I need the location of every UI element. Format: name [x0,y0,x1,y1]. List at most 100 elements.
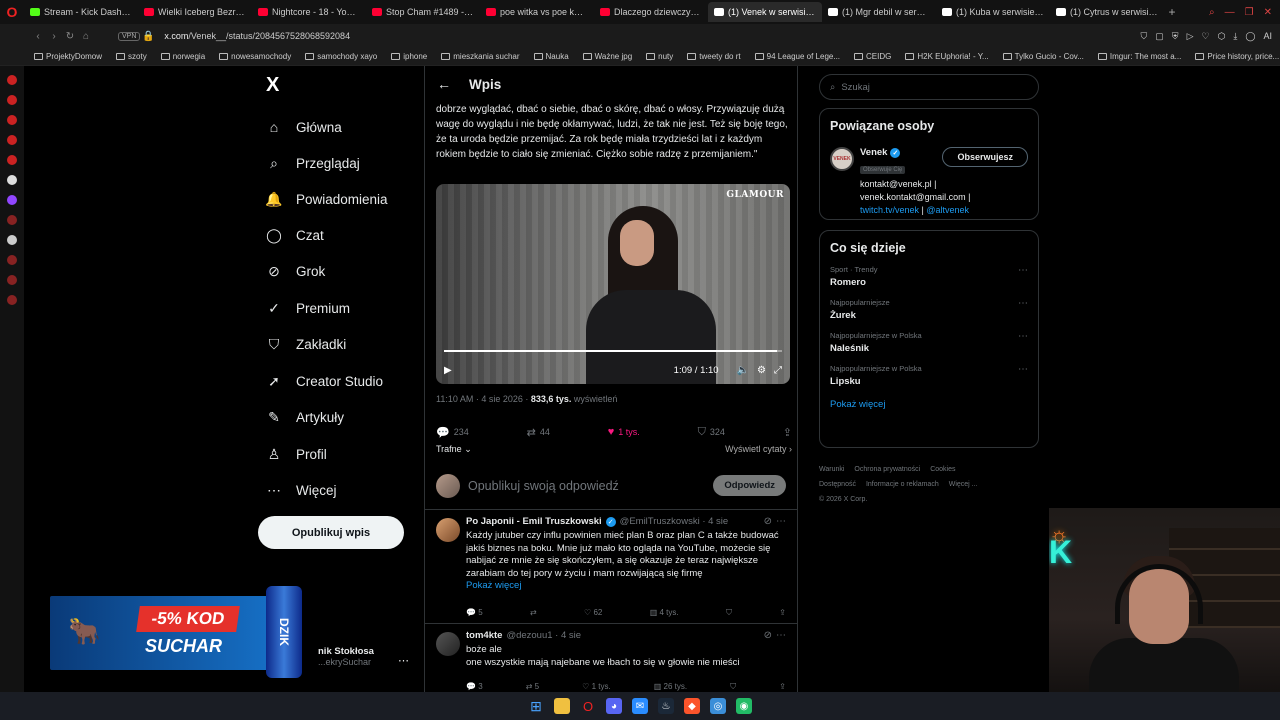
footer-link[interactable]: Ochrona prywatności [854,466,920,473]
bookmark-item[interactable]: ProjektyDomow [34,52,102,61]
repost-count[interactable]: ⇄ 44 [527,424,550,440]
grok-icon[interactable]: ⊘ [764,630,772,641]
reply-bookmark-icon[interactable]: ⛉ [730,682,736,692]
sidebar-twitch-icon[interactable] [7,195,17,205]
account-more-icon[interactable]: ⋯ [398,654,409,667]
reply-author-name[interactable]: Po Japonii - Emil Truszkowski [466,516,602,527]
sidebar-settings-icon[interactable] [7,295,17,305]
file-explorer-icon[interactable] [554,698,570,714]
profile-browser-icon[interactable]: ◯ [1245,31,1255,42]
forward-icon[interactable]: › [46,31,62,42]
reply-views[interactable]: ▥ 4 tys. [650,608,679,618]
reply-views[interactable]: ▥ 26 tys. [654,682,687,692]
avatar[interactable] [436,632,460,656]
reply-like-button[interactable]: ♡ 62 [584,608,602,618]
opera-logo-icon[interactable]: O [0,0,24,24]
nav-item-grok[interactable]: ⊘ Grok [266,260,325,282]
bio-link-alt[interactable]: @altvenek [926,205,969,215]
bookmark-item[interactable]: mieszkania suchar [441,52,520,61]
show-more-link[interactable]: Pokaż więcej [466,580,521,591]
footer-link[interactable]: Cookies [930,466,955,473]
following-button[interactable]: Obserwujesz [942,147,1028,167]
browser-tab[interactable]: (1) Venek w serwisie X: „N [708,2,822,22]
url-field[interactable]: x.com/Venek__/status/2084567528068592084 [164,31,350,41]
bookmark-item[interactable]: Nauka [533,52,569,61]
minimize-icon[interactable]: — [1225,7,1235,18]
reply-count[interactable]: 💬 234 [436,424,469,440]
sort-dropdown[interactable]: Trafne ⌄ [436,444,472,455]
browser-tab[interactable]: Wielki Iceberg Bezrobo [138,2,252,22]
nav-item-premium[interactable]: ✓ Premium [266,297,350,319]
show-more-trends-link[interactable]: Pokaż więcej [830,399,1028,410]
vpn-badge[interactable]: VPN [118,31,141,41]
lock-icon[interactable]: 🔒 [140,31,156,42]
reply-share-icon[interactable]: ⇪ [779,682,786,692]
footer-link[interactable]: Informacje o reklamach [866,481,939,488]
browser-tab[interactable]: (1) Kuba w serwisie X: „h [936,2,1050,22]
sidebar-messenger-icon[interactable] [7,75,17,85]
footer-link[interactable]: Więcej ... [949,481,978,488]
trend-item[interactable]: Sport · Trendy Romero ⋯ [830,265,1028,288]
bookmark-page-icon[interactable]: ⛉ [1141,31,1148,42]
discord-icon[interactable]: ◕ [606,698,622,714]
bio-link-twitch[interactable]: twitch.tv/venek [860,205,919,215]
like-count[interactable]: ♥ 1 tys. [608,424,640,440]
reply-item[interactable]: Po Japonii - Emil Truszkowski ✓ @EmilTru… [425,510,797,624]
nav-item-bookmark[interactable]: ⛉ Zakładki [266,333,347,355]
related-name[interactable]: Venek [860,147,887,158]
bookmark-item[interactable]: CEIDG [854,52,891,61]
messenger-icon[interactable]: ✉ [632,698,648,714]
reply-repost-button[interactable]: ⇄ 5 [526,682,539,692]
sidebar-whatsapp-icon[interactable] [7,95,17,105]
bookmark-item[interactable]: 94 League of Lege... [754,52,840,61]
reply-button[interactable]: Odpowiedz [713,475,786,496]
browser-tab[interactable]: Nightcore - 18 - YouTube [252,2,366,22]
nav-item-search[interactable]: ⌕ Przeglądaj [266,152,360,174]
video-progress-bar[interactable] [444,350,782,352]
bookmark-item[interactable]: szoty [116,52,147,61]
trend-item[interactable]: Najpopularniejsze w Polska Lipsku ⋯ [830,364,1028,387]
nav-item-profile[interactable]: ♙ Profil [266,443,327,465]
footer-link[interactable]: Dostępność [819,481,856,488]
x-logo-icon[interactable]: X [266,74,279,97]
avatar[interactable]: VENEK [830,147,854,171]
sidebar-vk-icon[interactable] [7,155,17,165]
bookmark-item[interactable]: Ważne jpg [582,52,632,61]
more-options-icon[interactable]: ⋯ [1018,265,1028,276]
sidebar-percent-icon[interactable] [7,215,17,225]
view-quotes-link[interactable]: Wyświetl cytaty › [725,444,792,455]
steam-icon[interactable]: ♨ [658,698,674,714]
reload-icon[interactable]: ↻ [62,31,78,42]
reply-author-name[interactable]: tom4kte [466,630,502,641]
bookmark-item[interactable]: nuty [646,52,673,61]
browser-tab[interactable]: (1) Mgr debil w serwisie [822,2,936,22]
bookmark-item[interactable]: Tylko Gucio - Cov... [1002,52,1084,61]
close-icon[interactable]: ✕ [1264,7,1272,18]
post-button[interactable]: Opublikuj wpis [258,516,404,549]
reply-reply-button[interactable]: 💬 3 [466,682,483,692]
bookmark-item[interactable]: nowesamochody [219,52,291,61]
bookmark-count[interactable]: ⛉ 324 [698,424,725,440]
snapshot-icon[interactable]: ▢ [1155,31,1164,42]
volume-icon[interactable]: 🔈 [737,365,749,376]
sidebar-instagram-icon[interactable] [7,115,17,125]
sidebar-ai-icon[interactable] [7,175,17,185]
reply-repost-button[interactable]: ⇄ [530,608,537,618]
reply-like-button[interactable]: ♡ 1 tys. [582,682,611,692]
app-icon[interactable]: ◎ [710,698,726,714]
nav-item-more[interactable]: ⋯ Więcej [266,479,337,501]
ai-button[interactable]: AI [1263,31,1272,42]
fullscreen-icon[interactable]: ⤢ [774,365,782,376]
play-button-icon[interactable]: ▶ [444,365,452,376]
nav-item-rocket[interactable]: ➚ Creator Studio [266,370,383,392]
reply-share-icon[interactable]: ⇪ [779,608,786,618]
shield-icon[interactable]: ⛨ [1172,31,1179,42]
play-icon[interactable]: ▷ [1187,31,1194,42]
bookmark-item[interactable]: iphone [391,52,427,61]
sidebar-history-icon[interactable] [7,255,17,265]
bookmark-item[interactable]: tweety do rt [687,52,741,61]
download-icon[interactable]: ⤓ [1233,31,1237,42]
extensions-icon[interactable]: ⬡ [1218,31,1226,42]
back-arrow-icon[interactable]: ← [437,76,451,92]
reply-bookmark-icon[interactable]: ⛉ [726,608,732,618]
